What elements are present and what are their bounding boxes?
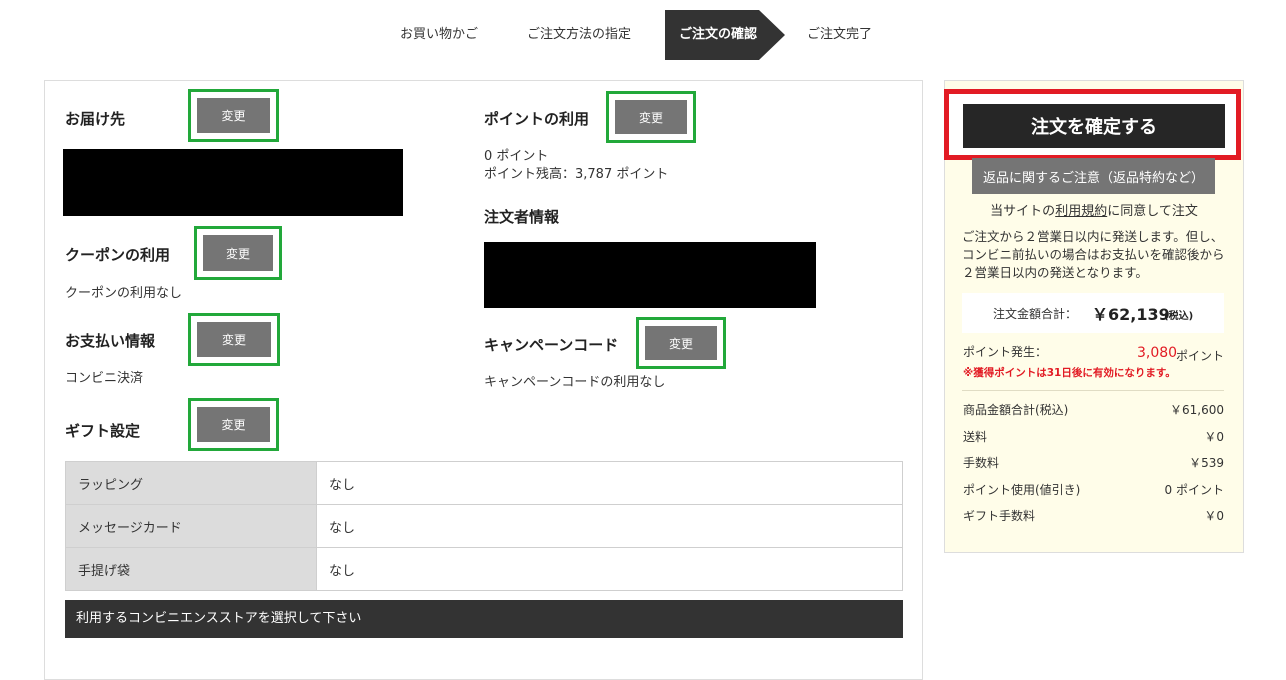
order-total-value: ￥62,139 — [1092, 305, 1170, 324]
gift-message-card-value: なし — [316, 504, 903, 548]
points-validity-note: ※獲得ポイントは31日後に有効になります。 — [963, 367, 1176, 379]
payment-change-button[interactable]: 変更 — [197, 322, 271, 357]
fee-label: 手数料 — [963, 456, 1000, 470]
table-row: 手提げ袋 なし — [65, 547, 903, 591]
fee-value: ￥539 — [1189, 456, 1224, 470]
points-balance: ポイント残高：3,787 ポイント — [484, 167, 669, 182]
gift-fee-label: ギフト手数料 — [963, 509, 1036, 523]
delivery-address-redacted — [63, 149, 403, 216]
gift-title: ギフト設定 — [65, 422, 141, 440]
order-total-tax: (税込) — [1164, 311, 1194, 322]
gift-wrapping-value: なし — [316, 461, 903, 505]
terms-suffix: に同意して注文 — [1107, 204, 1198, 219]
step-order-confirm: ご注文の確認 — [665, 10, 759, 60]
orderer-title: 注文者情報 — [484, 208, 560, 226]
points-earned-unit: ポイント — [1176, 349, 1225, 363]
order-total-label: 注文金額合計： — [993, 307, 1078, 321]
shipping-value: ￥0 — [1204, 430, 1224, 444]
orderer-info-redacted — [484, 242, 816, 308]
campaign-value: キャンペーンコードの利用なし — [484, 375, 666, 390]
campaign-change-button[interactable]: 変更 — [645, 326, 717, 360]
points-discount-label: ポイント使用(値引き) — [963, 483, 1081, 497]
step-order-complete: ご注文完了 — [807, 27, 873, 42]
points-title: ポイントの利用 — [484, 110, 590, 128]
campaign-change-highlight: 変更 — [636, 317, 726, 369]
gift-message-card-label: メッセージカード — [65, 504, 317, 548]
payment-value: コンビニ決済 — [65, 371, 144, 386]
shipping-note: ご注文から２営業日以内に発送します。但し、コンビニ前払いの場合はお支払いを確認後… — [962, 229, 1225, 280]
campaign-title: キャンペーンコード — [484, 336, 619, 354]
gift-change-highlight: 変更 — [188, 398, 279, 451]
confirm-order-button[interactable]: 注文を確定する — [963, 104, 1225, 148]
coupon-change-button[interactable]: 変更 — [203, 235, 273, 271]
payment-change-highlight: 変更 — [188, 313, 280, 366]
points-earned-label: ポイント発生： — [963, 345, 1048, 359]
points-earned-value: 3,080 — [1137, 345, 1178, 361]
delivery-title: お届け先 — [65, 110, 126, 128]
terms-link[interactable]: 利用規約 — [1055, 204, 1107, 219]
points-change-highlight: 変更 — [606, 91, 696, 143]
gift-change-button[interactable]: 変更 — [197, 407, 270, 442]
coupon-title: クーポンの利用 — [65, 246, 171, 264]
subtotal-value: ￥61,600 — [1170, 403, 1224, 417]
coupon-value: クーポンの利用なし — [65, 286, 183, 301]
return-policy-button[interactable]: 返品に関するご注意（返品特約など） — [972, 158, 1215, 194]
terms-prefix: 当サイトの — [990, 204, 1056, 219]
summary-divider — [962, 390, 1224, 391]
points-discount-value: 0 ポイント — [1164, 483, 1224, 497]
payment-title: お支払い情報 — [65, 332, 156, 350]
delivery-change-button[interactable]: 変更 — [197, 98, 270, 133]
gift-bag-label: 手提げ袋 — [65, 547, 317, 591]
gift-settings-table: ラッピング なし メッセージカード なし 手提げ袋 なし — [65, 461, 903, 591]
gift-fee-value: ￥0 — [1204, 509, 1224, 523]
points-change-button[interactable]: 変更 — [615, 100, 687, 134]
step-order-method: ご注文方法の指定 — [527, 27, 632, 42]
table-row: ラッピング なし — [65, 461, 903, 505]
gift-bag-value: なし — [316, 547, 903, 591]
step-arrow-icon — [759, 10, 785, 60]
table-row: メッセージカード なし — [65, 504, 903, 548]
convenience-store-select-bar[interactable]: 利用するコンビニエンスストアを選択して下さい — [65, 600, 903, 638]
subtotal-label: 商品金額合計(税込) — [963, 403, 1069, 417]
gift-wrapping-label: ラッピング — [65, 461, 317, 505]
shipping-label: 送料 — [963, 430, 988, 444]
coupon-change-highlight: 変更 — [194, 226, 282, 280]
terms-agreement: 当サイトの利用規約に同意して注文 — [944, 200, 1244, 219]
points-used: 0 ポイント — [484, 149, 549, 164]
delivery-change-highlight: 変更 — [188, 89, 279, 142]
step-cart: お買い物かご — [400, 27, 479, 42]
